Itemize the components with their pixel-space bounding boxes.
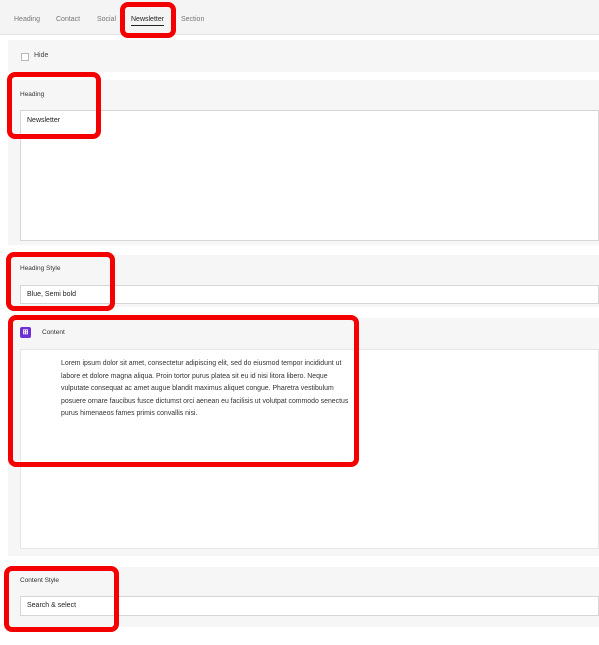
heading-field-group: Heading Newsletter bbox=[8, 80, 599, 245]
heading-style-label: Heading Style bbox=[20, 265, 61, 272]
heading-style-select[interactable]: Blue, Semi bold bbox=[20, 285, 599, 304]
tab-heading[interactable]: Heading bbox=[14, 15, 40, 24]
heading-input[interactable]: Newsletter bbox=[20, 110, 599, 241]
hide-label: Hide bbox=[34, 52, 49, 59]
tab-contact[interactable]: Contact bbox=[56, 15, 80, 24]
content-editor[interactable]: Lorem ipsum dolor sit amet, consectetur … bbox=[20, 349, 599, 549]
tab-social[interactable]: Social bbox=[97, 15, 116, 24]
heading-value: Newsletter bbox=[27, 117, 61, 124]
heading-label: Heading bbox=[20, 91, 45, 98]
heading-style-value: Blue, Semi bold bbox=[27, 291, 77, 298]
content-text: Lorem ipsum dolor sit amet, consectetur … bbox=[61, 360, 349, 417]
content-style-placeholder: Search & select bbox=[27, 602, 77, 609]
hide-row: Hide bbox=[8, 40, 599, 72]
content-label: Content bbox=[42, 329, 65, 336]
editor-icon: ⊞ bbox=[20, 327, 31, 338]
content-style-field-group: Content Style Search & select bbox=[8, 567, 599, 627]
content-field-group: ⊞ Content Lorem ipsum dolor sit amet, co… bbox=[8, 318, 599, 556]
tab-bar: Heading Contact Social Newsletter Sectio… bbox=[0, 0, 599, 35]
content-style-label: Content Style bbox=[20, 577, 60, 584]
heading-style-field-group: Heading Style Blue, Semi bold bbox=[8, 255, 599, 307]
hide-checkbox[interactable] bbox=[21, 53, 29, 61]
tab-section[interactable]: Section bbox=[181, 15, 204, 24]
content-style-select[interactable]: Search & select bbox=[20, 596, 599, 616]
tab-newsletter[interactable]: Newsletter bbox=[131, 15, 165, 26]
